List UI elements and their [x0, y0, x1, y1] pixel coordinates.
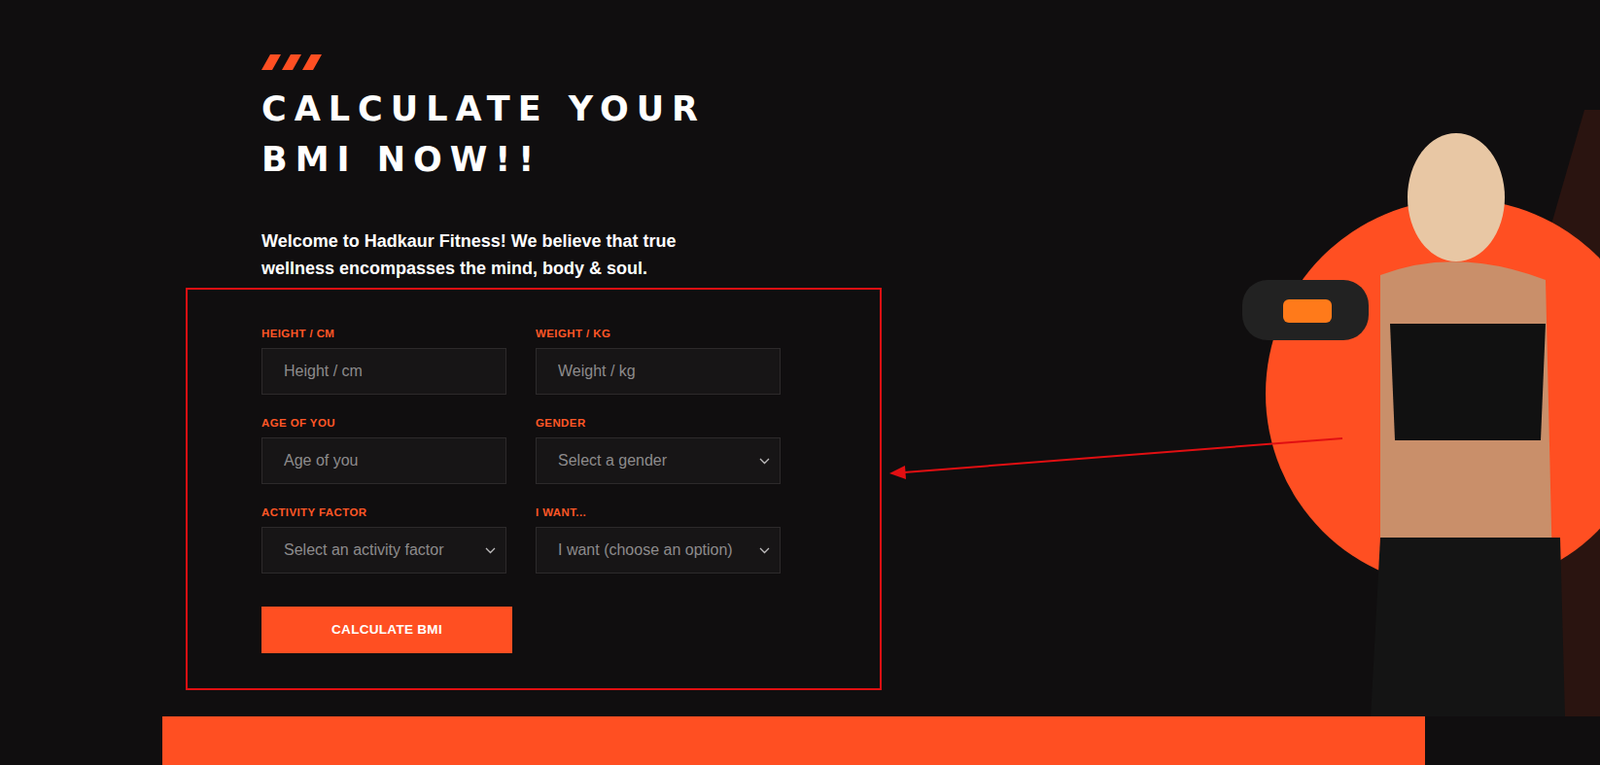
fitness-photo-icon [1234, 109, 1600, 717]
hero-photo [1234, 109, 1600, 717]
orange-band [162, 716, 1426, 765]
bmi-form: HEIGHT / CM WEIGHT / KG AGE OF YOU GENDER Se… [185, 287, 882, 691]
select-text: Select a gender [557, 449, 667, 473]
text-input[interactable] [261, 347, 507, 395]
text-input[interactable] [261, 437, 507, 485]
chevron-down-icon [759, 547, 770, 555]
select-field[interactable]: I want (choose an option) [535, 526, 781, 574]
hero-section: CALCULATE YOUR BMI NOW!! Welcome to Hadka… [0, 0, 1600, 717]
slashes-icon [261, 54, 322, 70]
text-input[interactable] [535, 347, 781, 395]
chevron-down-icon [759, 457, 770, 465]
form-field: AGE OF YOU [261, 416, 507, 485]
annotation-arrow-icon [0, 0, 1600, 717]
intro-text: Welcome to Hadkaur Fitness! We believe t… [261, 227, 719, 282]
select-text: Select an activity factor [283, 538, 445, 562]
form-field: HEIGHT / CM [261, 326, 507, 395]
select-text: I want (choose an option) [557, 538, 733, 562]
field-label: AGE OF YOU [261, 416, 507, 430]
field-label: GENDER [535, 416, 781, 430]
page-heading: CALCULATE YOUR BMI NOW!! [261, 83, 787, 185]
form-field: WEIGHT / KG [535, 326, 781, 395]
hero-content: CALCULATE YOUR BMI NOW!! Welcome to Hadka… [0, 0, 882, 717]
field-label: HEIGHT / CM [261, 326, 507, 341]
field-label: ACTIVITY FACTOR [261, 505, 507, 520]
field-label: I WANT... [535, 505, 781, 520]
calculate-button[interactable]: CALCULATE BMI [261, 606, 513, 654]
form-grid: HEIGHT / CM WEIGHT / KG AGE OF YOU GENDER Se… [261, 326, 806, 574]
form-field: ACTIVITY FACTOR Select an activity factor [261, 505, 507, 574]
select-field[interactable]: Select an activity factor [261, 526, 507, 574]
field-label: WEIGHT / KG [535, 326, 781, 341]
chevron-down-icon [485, 547, 496, 555]
form-field: GENDER Select a gender [535, 416, 781, 485]
form-field: I WANT... I want (choose an option) [535, 505, 781, 574]
select-field[interactable]: Select a gender [535, 437, 781, 485]
